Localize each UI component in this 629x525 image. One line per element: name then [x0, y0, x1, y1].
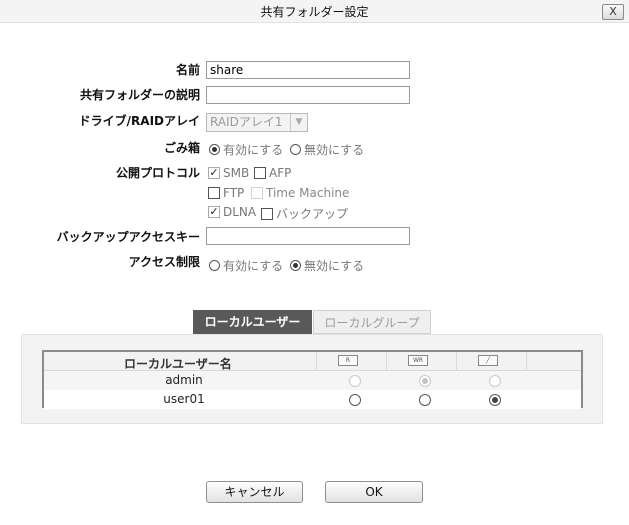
tab-local-groups[interactable]: ローカルグループ — [313, 310, 431, 334]
column-divider — [526, 352, 527, 370]
column-divider — [456, 352, 457, 370]
dialog-title: 共有フォルダー設定 — [260, 5, 369, 19]
afp-checkbox[interactable] — [254, 167, 266, 179]
chevron-down-icon: ▼ — [290, 114, 307, 131]
write-read-icon: WR — [408, 355, 428, 366]
backup-key-label: バックアップアクセスキー — [56, 230, 200, 244]
tab-local-users[interactable]: ローカルユーザー — [193, 310, 312, 334]
description-label: 共有フォルダーの説明 — [79, 88, 200, 102]
trash-label: ごみ箱 — [163, 141, 200, 155]
afp-option[interactable]: AFP — [254, 166, 291, 180]
smb-option[interactable]: ✓ SMB — [208, 166, 249, 180]
backup-key-input[interactable] — [206, 227, 410, 245]
access-enable-option[interactable]: 有効にする — [209, 257, 283, 274]
dlna-option[interactable]: ✓ DLNA — [208, 205, 256, 219]
backup-label: バックアップ — [276, 207, 349, 221]
ftp-option[interactable]: FTP — [208, 186, 244, 200]
read-only-icon: R — [338, 355, 358, 366]
user01-read-only-radio[interactable] — [349, 394, 361, 406]
close-button[interactable]: X — [602, 4, 624, 20]
column-divider — [316, 352, 317, 370]
access-disable-radio[interactable] — [290, 260, 301, 271]
table-header: ローカルユーザー名 R WR ╱ — [44, 352, 581, 371]
smb-checkbox[interactable]: ✓ — [208, 167, 220, 179]
trash-enable-radio[interactable] — [209, 144, 220, 155]
afp-label: AFP — [269, 166, 292, 180]
backup-option[interactable]: バックアップ — [261, 205, 348, 222]
description-input[interactable] — [206, 86, 410, 104]
drive-label: ドライブ/RAIDアレイ — [78, 114, 200, 128]
no-access-icon: ╱ — [478, 355, 498, 366]
trash-disable-label: 無効にする — [304, 143, 365, 157]
trash-disable-option[interactable]: 無効にする — [290, 141, 364, 158]
ok-button[interactable]: OK — [325, 481, 423, 503]
dialog-titlebar: 共有フォルダー設定 X — [0, 0, 629, 23]
time-machine-option[interactable]: Time Machine — [251, 186, 349, 200]
drive-select-value: RAIDアレイ1 — [210, 115, 283, 129]
column-divider — [386, 352, 387, 370]
column-username: ローカルユーザー名 — [124, 357, 232, 371]
trash-disable-radio[interactable] — [290, 144, 301, 155]
smb-label: SMB — [223, 166, 250, 180]
access-enable-label: 有効にする — [223, 259, 284, 273]
protocol-label: 公開プロトコル — [115, 166, 200, 180]
trash-enable-label: 有効にする — [223, 143, 284, 157]
time-machine-label: Time Machine — [266, 186, 350, 200]
username-cell: user01 — [163, 392, 205, 406]
username-cell: admin — [165, 373, 203, 387]
table-row: user01 — [44, 390, 581, 409]
backup-checkbox[interactable] — [261, 207, 273, 220]
admin-no-access-radio[interactable] — [489, 375, 501, 387]
ftp-checkbox[interactable] — [208, 187, 220, 199]
drive-select[interactable]: RAIDアレイ1 ▼ — [206, 113, 308, 132]
dlna-label: DLNA — [223, 205, 257, 219]
access-label: アクセス制限 — [128, 255, 200, 269]
user01-read-write-radio[interactable] — [419, 394, 431, 406]
access-disable-label: 無効にする — [304, 259, 365, 273]
time-machine-checkbox[interactable] — [251, 187, 263, 199]
access-disable-option[interactable]: 無効にする — [290, 257, 364, 274]
permissions-table: ローカルユーザー名 R WR ╱ admin user01 — [42, 350, 583, 409]
dlna-checkbox[interactable]: ✓ — [208, 206, 220, 218]
ftp-label: FTP — [223, 186, 245, 200]
admin-read-only-radio[interactable] — [349, 375, 361, 387]
access-enable-radio[interactable] — [209, 260, 220, 271]
name-input[interactable] — [206, 61, 410, 79]
user01-no-access-radio[interactable] — [489, 394, 501, 406]
trash-enable-option[interactable]: 有効にする — [209, 141, 283, 158]
admin-read-write-radio[interactable] — [419, 375, 431, 387]
name-label: 名前 — [175, 63, 200, 77]
table-row: admin — [44, 371, 581, 390]
cancel-button[interactable]: キャンセル — [206, 481, 303, 503]
